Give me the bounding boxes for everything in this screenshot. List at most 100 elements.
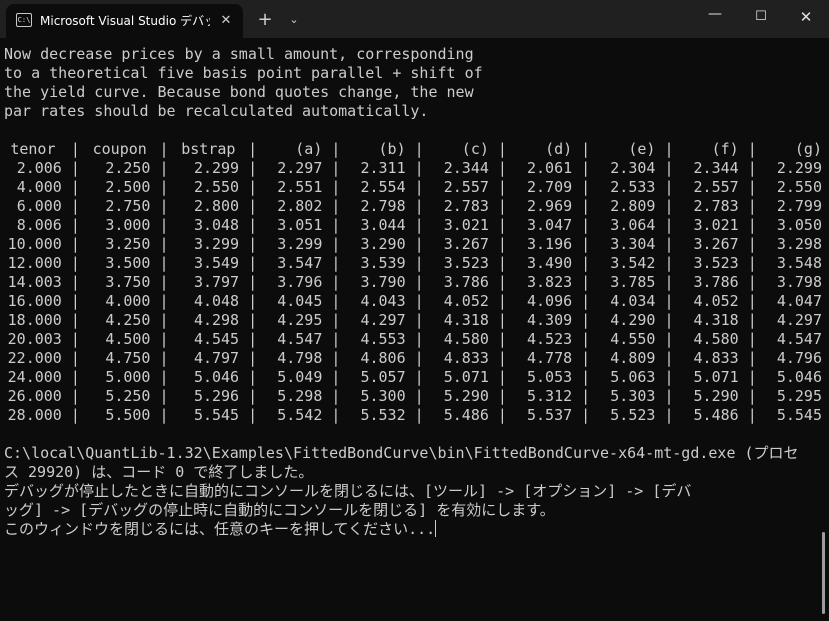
table-cell: 2.500: [105, 178, 151, 196]
table-cell: 2.750: [105, 197, 151, 215]
new-tab-plus-icon[interactable]: +: [254, 9, 276, 31]
column-separator: |: [322, 406, 350, 424]
table-cell: 3.797: [193, 273, 240, 291]
table-cell: 4.798: [277, 349, 323, 367]
column-separator: |: [738, 197, 766, 215]
table-cell: 4.547: [776, 330, 822, 348]
console-app-icon: C:\: [16, 13, 32, 27]
column-header: (e): [628, 140, 656, 158]
table-cell: 2.969: [527, 197, 573, 215]
column-separator: |: [488, 235, 516, 253]
table-cell: 4.250: [105, 311, 151, 329]
column-separator: |: [572, 406, 600, 424]
column-separator: |: [488, 387, 516, 405]
table-cell: 2.799: [776, 197, 822, 215]
column-separator: |: [738, 311, 766, 329]
column-header: (f): [711, 140, 739, 158]
table-cell: 4.833: [443, 349, 489, 367]
column-separator: |: [738, 406, 766, 424]
column-separator: |: [572, 159, 600, 177]
console-output[interactable]: Now decrease prices by a small amount, c…: [4, 45, 822, 621]
column-separator: |: [239, 330, 267, 348]
column-separator: |: [239, 216, 267, 234]
table-header-row: tenor | coupon | bstrap | (a) | (b) | (c…: [4, 140, 822, 159]
table-cell: 4.545: [193, 330, 240, 348]
table-cell: 5.250: [105, 387, 151, 405]
table-cell: 2.557: [693, 178, 739, 196]
column-separator: |: [239, 387, 267, 405]
column-separator: |: [61, 311, 89, 329]
column-separator: |: [61, 197, 89, 215]
column-separator: |: [61, 235, 89, 253]
table-cell: 12.000: [7, 254, 62, 272]
table-cell: 2.061: [527, 159, 573, 177]
column-separator: |: [655, 311, 683, 329]
column-separator: |: [150, 387, 178, 405]
column-separator: |: [239, 235, 267, 253]
table-row: 2.006 | 2.250 | 2.299 | 2.297 | 2.311 | …: [4, 159, 822, 178]
table-cell: 3.299: [193, 235, 240, 253]
table-cell: 3.523: [693, 254, 739, 272]
close-window-button[interactable]: ✕: [783, 0, 829, 34]
table-cell: 4.298: [193, 311, 240, 329]
column-separator: |: [738, 292, 766, 310]
column-separator: |: [61, 178, 89, 196]
column-separator: |: [488, 349, 516, 367]
table-cell: 3.048: [193, 216, 240, 234]
column-separator: |: [655, 349, 683, 367]
table-cell: 4.806: [360, 349, 406, 367]
table-cell: 3.523: [443, 254, 489, 272]
table-cell: 2.554: [360, 178, 406, 196]
table-cell: 3.021: [443, 216, 489, 234]
console-line: to a theoretical five basis point parall…: [4, 64, 483, 82]
terminal-tab[interactable]: C:\ Microsoft Visual Studio デバッグ ✕: [6, 4, 243, 38]
column-separator: |: [572, 216, 600, 234]
console-line: ッグ] -> [デバッグの停止時に自動的にコンソールを閉じる] を有効にします。: [4, 501, 555, 519]
table-cell: 4.034: [610, 292, 656, 310]
column-separator: |: [239, 254, 267, 272]
column-separator: |: [322, 311, 350, 329]
tab-close-icon[interactable]: ✕: [217, 12, 235, 30]
column-separator: |: [322, 368, 350, 386]
column-header: (a): [295, 140, 323, 158]
scrollbar-thumb[interactable]: [822, 532, 825, 614]
minimize-button[interactable]: —: [692, 0, 738, 34]
table-cell: 3.785: [610, 273, 656, 291]
table-cell: 6.000: [16, 197, 62, 215]
column-separator: |: [405, 368, 433, 386]
table-cell: 5.542: [277, 406, 323, 424]
table-cell: 2.800: [193, 197, 240, 215]
table-cell: 3.542: [610, 254, 656, 272]
column-separator: |: [572, 311, 600, 329]
table-cell: 3.786: [693, 273, 739, 291]
column-separator: |: [61, 273, 89, 291]
console-line: C:\local\QuantLib-1.32\Examples\FittedBo…: [4, 444, 799, 462]
column-separator: |: [322, 178, 350, 196]
column-separator: |: [150, 330, 178, 348]
column-separator: |: [61, 216, 89, 234]
column-separator: |: [572, 140, 600, 158]
table-cell: 4.580: [693, 330, 739, 348]
column-separator: |: [738, 349, 766, 367]
column-separator: |: [572, 197, 600, 215]
table-cell: 3.267: [443, 235, 489, 253]
column-separator: |: [738, 140, 766, 158]
column-separator: |: [322, 216, 350, 234]
console-line: par rates should be recalculated automat…: [4, 102, 429, 120]
maximize-button[interactable]: ☐: [738, 0, 784, 34]
column-separator: |: [150, 178, 178, 196]
column-header: (c): [461, 140, 489, 158]
column-separator: |: [239, 311, 267, 329]
table-cell: 4.796: [776, 349, 822, 367]
table-cell: 4.290: [610, 311, 656, 329]
table-cell: 3.044: [360, 216, 406, 234]
table-cell: 28.000: [7, 406, 62, 424]
column-separator: |: [61, 406, 89, 424]
table-cell: 4.550: [610, 330, 656, 348]
chevron-down-icon[interactable]: ⌄: [284, 10, 304, 30]
table-cell: 3.547: [277, 254, 323, 272]
column-separator: |: [150, 406, 178, 424]
table-cell: 4.096: [527, 292, 573, 310]
